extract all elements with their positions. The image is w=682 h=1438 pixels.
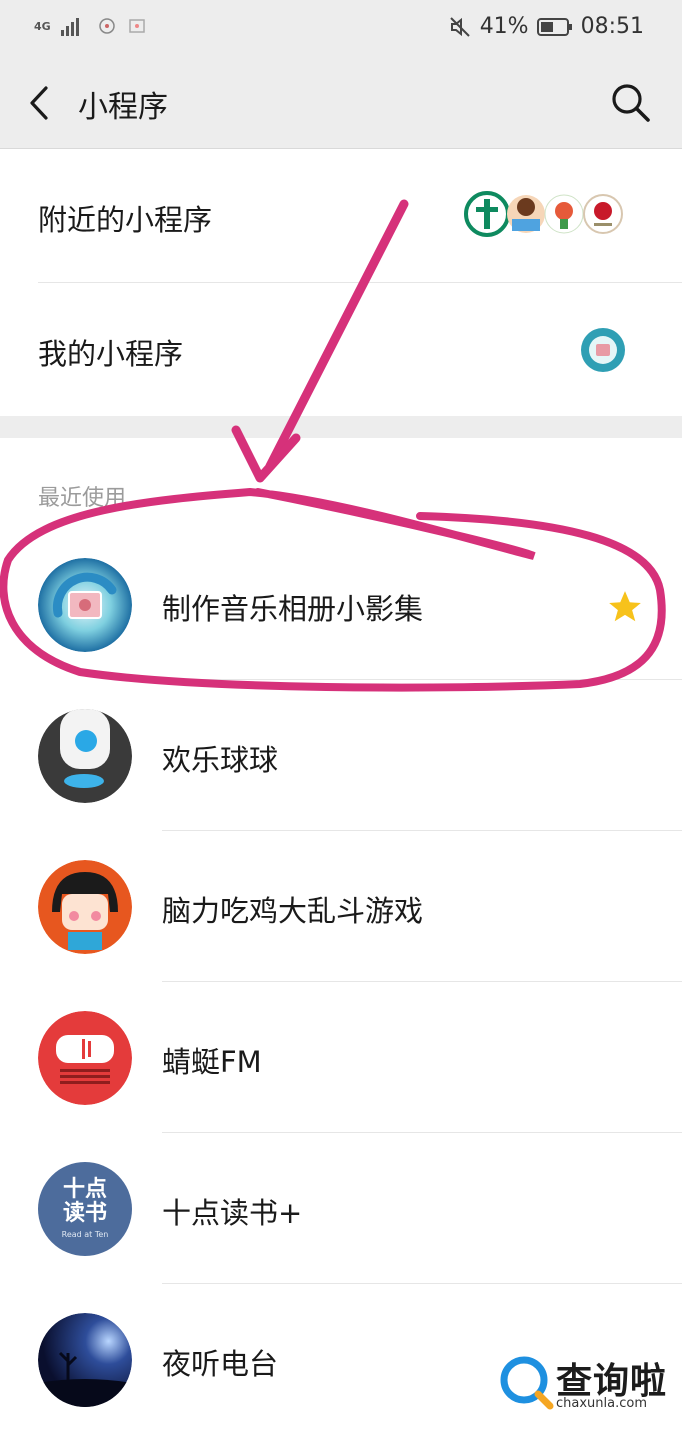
divider bbox=[162, 1132, 682, 1133]
watermark: 查询啦 chaxunla.com bbox=[498, 1352, 668, 1416]
divider bbox=[162, 830, 682, 831]
notification-icon bbox=[98, 18, 115, 34]
clock: 08:51 bbox=[580, 14, 644, 39]
item-name: 脑力吃鸡大乱斗游戏 bbox=[162, 894, 424, 928]
search-icon[interactable] bbox=[608, 80, 652, 124]
notification-icon-2 bbox=[128, 19, 145, 33]
network-label: 4G bbox=[34, 19, 51, 33]
status-bar: 4G 41% 08:51 bbox=[0, 0, 682, 58]
watermark-url: chaxunla.com bbox=[556, 1396, 647, 1411]
navbar: 小程序 bbox=[0, 58, 682, 149]
bank-logo-icon bbox=[464, 191, 510, 237]
star-icon[interactable] bbox=[606, 588, 644, 626]
item-name: 蜻蜓FM bbox=[162, 1045, 262, 1079]
night-radio-app-icon bbox=[38, 1313, 132, 1407]
nearby-label: 附近的小程序 bbox=[38, 203, 213, 237]
divider bbox=[162, 679, 682, 680]
recent-app-thumbnail-icon bbox=[581, 328, 625, 372]
logo-text-bottom: 读书 bbox=[62, 1201, 107, 1226]
rose-logo-icon bbox=[583, 194, 623, 234]
recent-section-title: 最近使用 bbox=[38, 486, 127, 511]
list-item-shidian-dushu[interactable]: 十点 读书 Read at Ten 十点读书+ bbox=[0, 1134, 682, 1284]
item-name: 夜听电台 bbox=[162, 1347, 279, 1381]
list-item-qingting-fm[interactable]: 蜻蜓FM bbox=[0, 983, 682, 1133]
nearby-mini-programs-row[interactable]: 附近的小程序 bbox=[0, 149, 682, 283]
list-item-brain-game[interactable]: 脑力吃鸡大乱斗游戏 bbox=[0, 832, 682, 982]
shidian-dushu-app-icon: 十点 读书 Read at Ten bbox=[38, 1162, 132, 1256]
page-title: 小程序 bbox=[78, 90, 168, 125]
watermark-logo-icon bbox=[500, 1356, 554, 1410]
list-item-happy-ball[interactable]: 欢乐球球 bbox=[0, 681, 682, 831]
item-name: 制作音乐相册小影集 bbox=[162, 592, 424, 626]
battery-icon bbox=[536, 17, 572, 36]
item-name: 十点读书+ bbox=[162, 1196, 303, 1230]
list-item-music-album[interactable]: 制作音乐相册小影集 bbox=[0, 530, 682, 680]
status-bar-left: 4G bbox=[34, 16, 147, 36]
qingting-fm-app-icon bbox=[38, 1011, 132, 1105]
chevron-left-icon[interactable] bbox=[22, 80, 62, 126]
battery-percent: 41% bbox=[479, 14, 529, 39]
brain-game-app-icon bbox=[38, 860, 132, 954]
cartoon-logo-icon bbox=[507, 195, 545, 233]
section-gap bbox=[0, 416, 682, 438]
happy-ball-app-icon bbox=[38, 709, 132, 803]
music-album-app-icon bbox=[38, 558, 132, 652]
logo-text-en: Read at Ten bbox=[61, 1230, 109, 1239]
my-mini-programs-row[interactable]: 我的小程序 bbox=[0, 283, 682, 417]
divider bbox=[162, 1283, 682, 1284]
signal-icon bbox=[60, 18, 79, 36]
mine-label: 我的小程序 bbox=[38, 337, 184, 371]
logo-text-top: 十点 bbox=[62, 1177, 107, 1202]
item-name: 欢乐球球 bbox=[162, 743, 279, 777]
nearby-logos bbox=[464, 191, 624, 237]
flower-logo-icon bbox=[544, 194, 584, 234]
mute-icon bbox=[449, 16, 470, 37]
status-bar-right: 41% 08:51 bbox=[448, 14, 644, 39]
divider bbox=[162, 981, 682, 982]
